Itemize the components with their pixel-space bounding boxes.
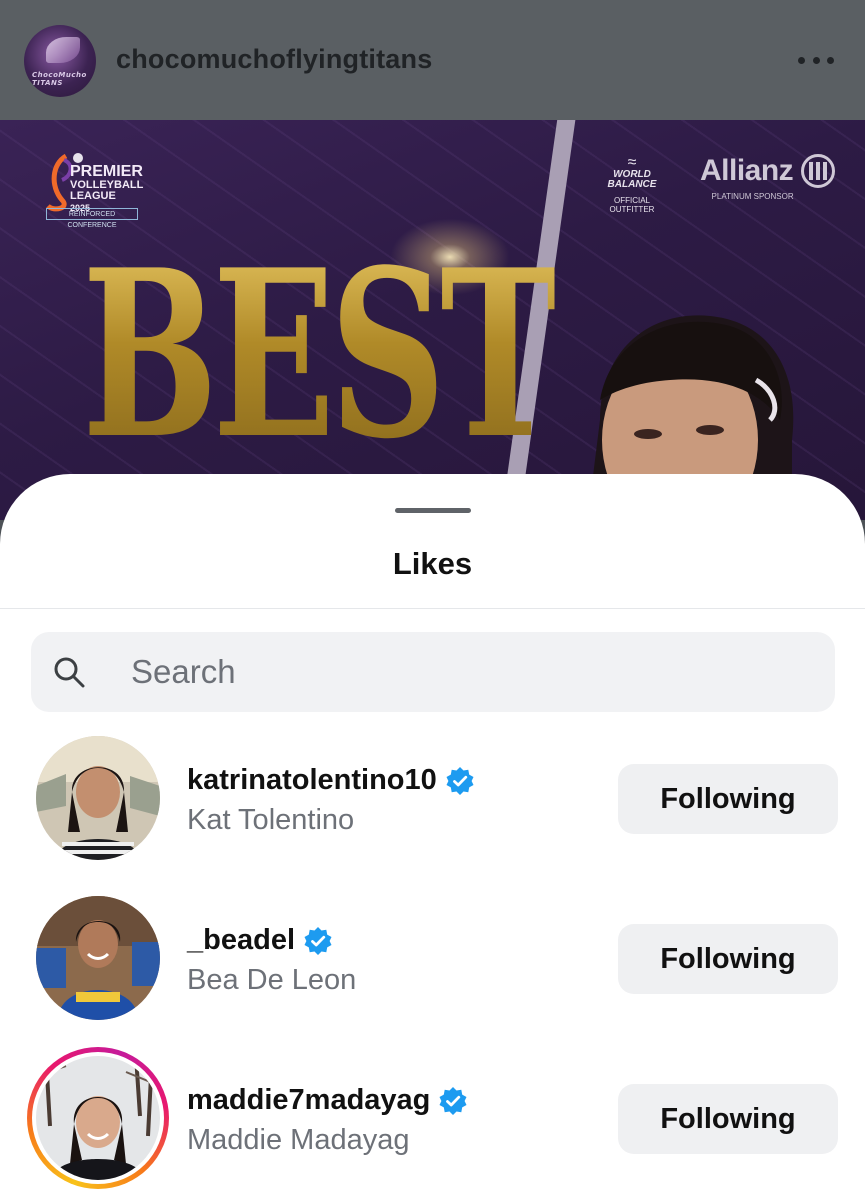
- sheet-title: Likes: [392, 546, 473, 581]
- verified-badge-icon: [439, 1086, 467, 1115]
- post-author-username[interactable]: chocomuchoflyingtitans: [116, 44, 432, 75]
- following-button[interactable]: Following: [618, 924, 838, 994]
- following-button[interactable]: Following: [618, 1084, 838, 1154]
- divider: [0, 608, 865, 609]
- search-bar[interactable]: [31, 632, 835, 712]
- verified-badge-icon: [446, 766, 474, 795]
- likes-sheet: Likes katrinatolentino10: [0, 474, 865, 1200]
- following-button[interactable]: Following: [618, 764, 838, 834]
- more-horizontal-icon[interactable]: [798, 54, 834, 66]
- verified-badge-icon: [304, 926, 332, 955]
- username[interactable]: maddie7madayag: [187, 1084, 468, 1117]
- full-name: Kat Tolentino: [187, 804, 355, 836]
- username[interactable]: katrinatolentino10: [187, 764, 475, 797]
- team-logo-text: ChocoMucho TITANS: [32, 71, 87, 87]
- full-name: Maddie Madayag: [187, 1124, 410, 1156]
- swoosh-icon: ≈: [627, 154, 637, 171]
- headline-text: BEST: [82, 220, 560, 490]
- post-image: PREMIER VOLLEYBALL LEAGUE 2025 REINFORCE…: [0, 120, 865, 520]
- post-header: ChocoMucho TITANS chocomuchoflyingtitans: [0, 0, 865, 120]
- avatar[interactable]: [36, 736, 160, 860]
- allianz-logo-icon: [801, 154, 836, 188]
- list-item[interactable]: maddie7madayag Maddie Madayag Following: [0, 1047, 865, 1189]
- search-input[interactable]: [131, 650, 811, 694]
- post-author-avatar[interactable]: ChocoMucho TITANS: [24, 25, 96, 97]
- team-logo-mark: [46, 37, 80, 63]
- avatar[interactable]: [36, 896, 160, 1020]
- search-icon: [54, 657, 85, 688]
- username[interactable]: _beadel: [187, 924, 333, 957]
- league-conference-ribbon: REINFORCED CONFERENCE: [46, 208, 138, 229]
- full-name: Bea De Leon: [187, 964, 357, 996]
- sheet-drag-handle[interactable]: [395, 508, 471, 513]
- list-item[interactable]: _beadel Bea De Leon Following: [0, 896, 865, 1026]
- league-logo-text: PREMIER VOLLEYBALL LEAGUE 2025: [70, 163, 144, 213]
- avatar[interactable]: [36, 1056, 160, 1180]
- sponsor-world-balance: ≈ WORLD BALANCE OFFICIAL OUTFITTER: [592, 154, 672, 215]
- sponsor-allianz: Allianz PLATINUM SPONSOR: [700, 154, 836, 201]
- list-item[interactable]: katrinatolentino10 Kat Tolentino Followi…: [0, 736, 865, 866]
